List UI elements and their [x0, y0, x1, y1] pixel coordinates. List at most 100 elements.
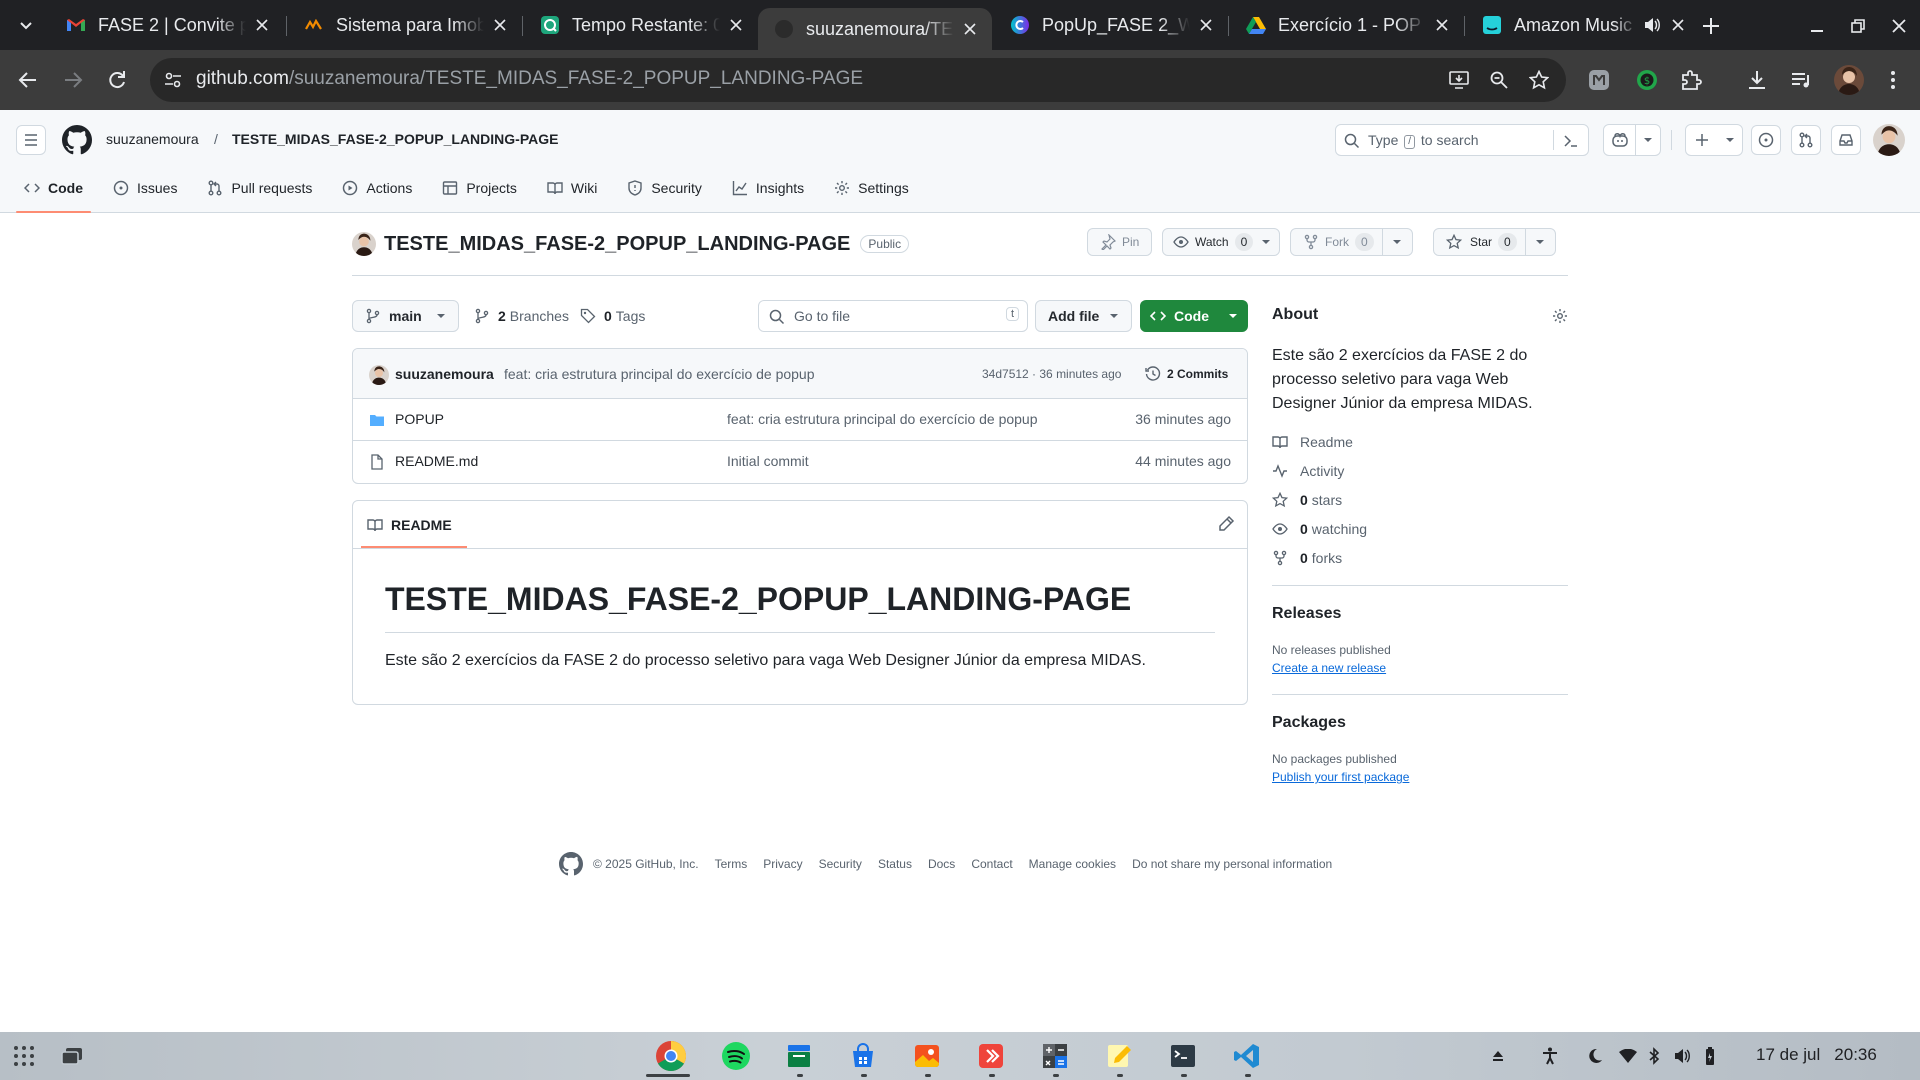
go-to-file-input[interactable]: Go to file t [758, 300, 1028, 332]
restore-icon[interactable] [1845, 13, 1871, 39]
copilot-button[interactable] [1603, 124, 1661, 156]
accessibility-icon[interactable] [1540, 1046, 1560, 1066]
tab-actions[interactable]: Actions [334, 170, 420, 206]
chevron-down-icon[interactable] [1524, 229, 1555, 255]
browser-tab-timer[interactable]: Tempo Restante: 0 [524, 8, 758, 42]
breadcrumb-repo[interactable]: TESTE_MIDAS_FASE-2_POPUP_LANDING-PAGE [232, 131, 558, 147]
speaker-icon[interactable] [1642, 15, 1662, 35]
browser-tab-amazon-music[interactable]: Amazon Music [1466, 8, 1700, 42]
close-tab-icon[interactable] [726, 15, 746, 35]
extension-dollar-icon[interactable]: $ [1634, 67, 1660, 93]
footer-link-contact[interactable]: Contact [971, 857, 1012, 871]
branches-link[interactable]: 2 Branches [474, 306, 569, 326]
hamburger-menu-icon[interactable] [16, 125, 46, 155]
app-launcher-icon[interactable] [8, 1040, 40, 1072]
gear-icon[interactable] [1552, 308, 1568, 324]
tab-settings[interactable]: Settings [826, 170, 917, 206]
media-control-icon[interactable] [1788, 67, 1814, 93]
file-commit-message[interactable]: feat: cria estrutura principal do exercí… [727, 411, 1038, 427]
file-name[interactable]: POPUP [395, 411, 444, 427]
breadcrumb-owner[interactable]: suuzanemoura [106, 131, 199, 147]
commit-author[interactable]: suuzanemoura [395, 366, 494, 382]
tab-wiki[interactable]: Wiki [539, 170, 605, 206]
eject-icon[interactable] [1488, 1046, 1508, 1066]
tab-security[interactable]: Security [619, 170, 710, 206]
close-tab-icon[interactable] [960, 19, 980, 39]
reload-icon[interactable] [104, 67, 130, 93]
zoom-icon[interactable] [1488, 69, 1510, 91]
publish-package-link[interactable]: Publish your first package [1272, 770, 1409, 784]
photo-app-icon[interactable] [911, 1040, 943, 1072]
chevron-down-icon[interactable] [1381, 229, 1412, 255]
tags-link[interactable]: 0 Tags [580, 306, 645, 326]
inbox-icon[interactable] [1831, 125, 1861, 155]
site-settings-icon[interactable] [162, 69, 184, 91]
files-app-icon[interactable] [783, 1040, 815, 1072]
back-arrow-icon[interactable] [15, 67, 41, 93]
packages-heading[interactable]: Packages [1272, 714, 1346, 732]
terminal-app-icon[interactable] [1167, 1040, 1199, 1072]
star-button[interactable]: Star 0 [1433, 228, 1556, 256]
github-logo-icon[interactable] [559, 852, 583, 876]
bookmark-star-icon[interactable] [1528, 69, 1550, 91]
owner-avatar[interactable] [352, 232, 376, 256]
releases-heading[interactable]: Releases [1272, 605, 1341, 623]
tab-issues[interactable]: Issues [105, 170, 185, 206]
extensions-puzzle-icon[interactable] [1678, 67, 1704, 93]
anydesk-app-icon[interactable] [975, 1040, 1007, 1072]
vscode-app-icon[interactable] [1231, 1040, 1263, 1072]
chrome-app-icon[interactable] [655, 1040, 687, 1072]
battery-icon[interactable] [1700, 1046, 1720, 1066]
user-avatar[interactable] [1873, 124, 1905, 156]
tab-pull-requests[interactable]: Pull requests [199, 170, 320, 206]
minimize-icon[interactable] [1804, 13, 1830, 39]
download-icon[interactable] [1744, 67, 1770, 93]
table-row[interactable]: README.md Initial commit 44 minutes ago [353, 441, 1247, 483]
browser-tab-canva[interactable]: PopUp_FASE 2_Web [994, 8, 1228, 42]
footer-link-do-not-share[interactable]: Do not share my personal information [1132, 857, 1332, 871]
calculator-app-icon[interactable] [1039, 1040, 1071, 1072]
wifi-icon[interactable] [1618, 1046, 1638, 1066]
issues-icon[interactable] [1751, 125, 1781, 155]
spotify-app-icon[interactable] [720, 1040, 752, 1072]
browser-tab-gmail[interactable]: FASE 2 | Convite para [50, 8, 284, 42]
browser-tab-drive[interactable]: Exercício 1 - POP UP [1230, 8, 1464, 42]
bluetooth-icon[interactable] [1644, 1046, 1664, 1066]
footer-link-terms[interactable]: Terms [715, 857, 748, 871]
github-logo-icon[interactable] [62, 125, 92, 155]
pencil-icon[interactable] [1217, 515, 1235, 533]
footer-link-cookies[interactable]: Manage cookies [1029, 857, 1116, 871]
activity-link[interactable]: Activity [1272, 461, 1344, 481]
tab-code[interactable]: Code [16, 170, 91, 213]
search-input[interactable]: Type / to search [1335, 124, 1589, 156]
commit-sha-time[interactable]: 34d7512 · 36 minutes ago [982, 367, 1121, 381]
repo-name[interactable]: TESTE_MIDAS_FASE-2_POPUP_LANDING-PAGE [384, 233, 850, 256]
tab-projects[interactable]: Projects [434, 170, 525, 206]
forward-arrow-icon[interactable] [60, 67, 86, 93]
overview-icon[interactable] [56, 1040, 88, 1072]
tab-search-chevron-icon[interactable] [14, 13, 38, 37]
create-new-button[interactable] [1685, 124, 1743, 156]
file-name[interactable]: README.md [395, 453, 478, 469]
commit-message[interactable]: feat: cria estrutura principal do exercí… [504, 366, 815, 382]
fork-button[interactable]: Fork 0 [1290, 228, 1413, 256]
footer-link-docs[interactable]: Docs [928, 857, 955, 871]
profile-avatar[interactable] [1834, 65, 1864, 95]
file-commit-message[interactable]: Initial commit [727, 453, 809, 469]
watching-link[interactable]: 0 watching [1272, 519, 1367, 539]
stars-link[interactable]: 0 stars [1272, 490, 1342, 510]
readme-tab[interactable]: README [367, 515, 452, 535]
branch-selector[interactable]: main [352, 300, 459, 332]
table-row[interactable]: POPUP feat: cria estrutura principal do … [353, 399, 1247, 441]
commit-author-avatar[interactable] [369, 365, 389, 385]
footer-link-security[interactable]: Security [819, 857, 862, 871]
watch-button[interactable]: Watch 0 [1162, 228, 1281, 256]
footer-link-status[interactable]: Status [878, 857, 912, 871]
close-tab-icon[interactable] [252, 15, 272, 35]
system-clock[interactable]: 17 de jul 20:36 [1756, 1045, 1891, 1065]
pull-requests-icon[interactable] [1791, 125, 1821, 155]
new-tab-icon[interactable] [1698, 13, 1724, 39]
add-file-button[interactable]: Add file [1035, 300, 1132, 332]
install-app-icon[interactable] [1448, 69, 1470, 91]
close-tab-icon[interactable] [1432, 15, 1452, 35]
